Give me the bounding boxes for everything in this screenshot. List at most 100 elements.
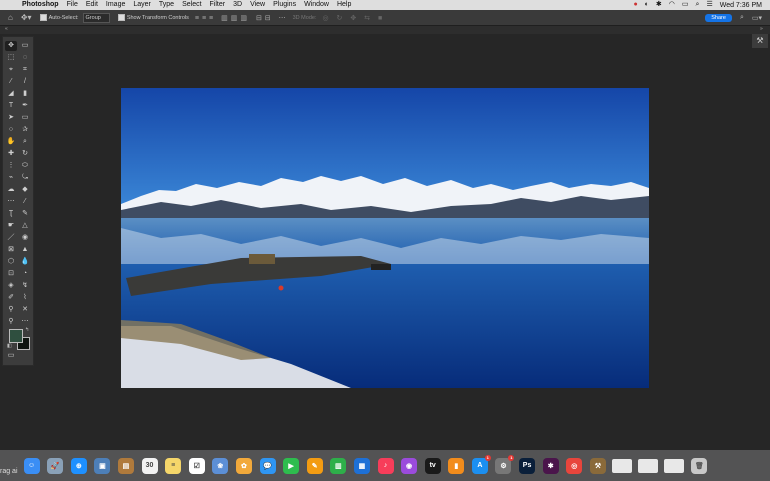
foreground-color-swatch[interactable]: [9, 329, 23, 343]
spotlight-icon[interactable]: ⌕: [696, 0, 700, 10]
menubar-clock[interactable]: Wed 7:36 PM: [720, 2, 762, 9]
slice-tool-icon[interactable]: ⁄: [19, 197, 31, 207]
menu-view[interactable]: View: [250, 0, 265, 10]
collapse-panels-icon[interactable]: »: [760, 26, 763, 32]
menu-layer[interactable]: Layer: [133, 0, 151, 10]
move-tool-icon[interactable]: ✥: [5, 41, 17, 51]
dots-tool-icon[interactable]: ⋯: [5, 197, 17, 207]
ellipse-shape-icon[interactable]: ⬭: [19, 161, 31, 171]
photoshop-icon[interactable]: Ps: [519, 457, 536, 474]
menu-edit[interactable]: Edit: [86, 0, 98, 10]
history-brush-tool-icon[interactable]: ↯: [19, 281, 31, 291]
notefile-icon[interactable]: ▤: [117, 457, 134, 474]
notes-icon[interactable]: ≡: [165, 457, 182, 474]
podcasts-icon[interactable]: ◉: [401, 457, 418, 474]
align-buttons-icon[interactable]: ≡≡≡ ▥▥▥: [195, 14, 250, 22]
system-preferences-icon[interactable]: ⚙ 1: [495, 454, 515, 474]
drop-tool-icon[interactable]: 💧: [19, 257, 31, 267]
type-tool-icon[interactable]: T: [5, 101, 17, 111]
calendar-icon[interactable]: 30: [141, 457, 158, 474]
dodge-tool-icon[interactable]: ⌇: [19, 293, 31, 303]
object-selection-tool-icon[interactable]: ⌖: [5, 65, 17, 75]
sharpen-tool-icon[interactable]: ◆: [19, 185, 31, 195]
launchpad-icon[interactable]: 🚀: [47, 457, 64, 474]
search-icon[interactable]: ⌕: [740, 14, 744, 22]
documents-stack-icon[interactable]: [663, 458, 684, 473]
keynote-icon[interactable]: ▦: [353, 457, 370, 474]
pen-tool-icon[interactable]: ✒: [19, 101, 31, 111]
paint-bucket-tool-icon[interactable]: ◈: [5, 281, 17, 291]
gradient-tool-icon[interactable]: ▮: [19, 89, 31, 99]
menu-file[interactable]: File: [67, 0, 78, 10]
marquee-tool-icon[interactable]: ⬚: [5, 53, 17, 63]
menu-photoshop[interactable]: Photoshop: [22, 0, 59, 10]
screenshot-stack-icon[interactable]: [637, 458, 658, 473]
photos-viewer-icon[interactable]: ❀: [212, 457, 229, 474]
brush-tool-icon[interactable]: /: [19, 77, 31, 87]
more-tools-icon[interactable]: ⋮: [5, 161, 17, 171]
workspace-icon[interactable]: ▭▾: [752, 14, 762, 22]
unarchiver-icon[interactable]: ⚒: [589, 457, 606, 474]
eyedropper-tool-icon[interactable]: ⁄: [5, 77, 17, 87]
messages-icon[interactable]: 💬: [259, 457, 276, 474]
facetime-icon[interactable]: ▶: [283, 457, 300, 474]
freeform-pen-tool-icon[interactable]: ✎: [19, 209, 31, 219]
slack-icon[interactable]: ✱: [542, 457, 559, 474]
artboard-tool-icon[interactable]: ▭: [19, 41, 31, 51]
magnetic-lasso-tool-icon[interactable]: ⤿: [19, 173, 31, 183]
crop-tool-icon[interactable]: ⌗: [19, 65, 31, 75]
document-canvas[interactable]: [121, 88, 649, 388]
transform-controls-checkbox[interactable]: [117, 14, 125, 21]
screen-mode-icon[interactable]: ▭: [5, 351, 17, 361]
wifi-icon[interactable]: ◠: [669, 0, 675, 10]
blur-tool-icon[interactable]: ☁: [5, 185, 17, 195]
vertical-type-tool-icon[interactable]: Ʈ: [5, 209, 17, 219]
collapse-toolbar-icon[interactable]: «: [5, 26, 8, 32]
bluetooth-icon[interactable]: ✱: [656, 0, 662, 10]
burn-tool-icon[interactable]: ◔: [19, 269, 31, 279]
menu-image[interactable]: Image: [106, 0, 125, 10]
preview-icon[interactable]: ▣: [94, 457, 111, 474]
perspective-crop-tool-icon[interactable]: ⊡: [5, 269, 17, 279]
patch-tool-icon[interactable]: ⬡: [5, 257, 17, 267]
share-button[interactable]: Share: [705, 13, 732, 22]
adjustments-panel-icon[interactable]: ⚒: [752, 34, 768, 48]
color-sampler-tool-icon[interactable]: ⚲: [5, 305, 17, 315]
triangle-tool-icon[interactable]: △: [19, 221, 31, 231]
photos-icon[interactable]: ✿: [235, 457, 252, 474]
lasso-tool-icon[interactable]: ◌: [19, 53, 31, 63]
eraser-tool-icon[interactable]: ◢: [5, 89, 17, 99]
rectangle-tool-icon[interactable]: ▭: [19, 113, 31, 123]
downloads-stack-icon[interactable]: [611, 458, 632, 473]
move-tool-preset-icon[interactable]: ✥▾: [21, 13, 32, 22]
app-store-icon[interactable]: A1: [471, 454, 491, 474]
healing-brush-tool-icon[interactable]: ✚: [5, 149, 17, 159]
swap-colors-icon[interactable]: ↰: [25, 327, 29, 333]
polygon-lasso-tool-icon[interactable]: ⌁: [5, 173, 17, 183]
hand-tool-icon[interactable]: ✋: [5, 137, 17, 147]
distribute-buttons-icon[interactable]: ⊟⊟ ⋯: [256, 14, 289, 22]
auto-select-dropdown[interactable]: Group: [82, 12, 110, 23]
trash-icon[interactable]: 🗑: [691, 457, 708, 474]
books-icon[interactable]: ▮: [448, 457, 465, 474]
notification-icon[interactable]: ◐: [645, 0, 649, 10]
menu-type[interactable]: Type: [159, 0, 174, 10]
reminders-icon[interactable]: ☑: [188, 457, 205, 474]
crossed-tool-icon[interactable]: ✕: [19, 305, 31, 315]
edit-toolbar-icon[interactable]: ⋯: [19, 317, 31, 327]
smudge-tool-icon[interactable]: ☛: [5, 221, 17, 231]
frame-tool-icon[interactable]: ⊠: [5, 245, 17, 255]
ellipse-tool-icon[interactable]: ○: [5, 125, 17, 135]
numbers-icon[interactable]: ▥: [330, 457, 347, 474]
line-tool-icon[interactable]: ／: [5, 233, 17, 243]
menu-plugins[interactable]: Plugins: [273, 0, 296, 10]
auto-select-checkbox[interactable]: [39, 14, 47, 21]
custom-shape-tool-icon[interactable]: ✰: [19, 125, 31, 135]
apple-tv-icon[interactable]: tv: [424, 457, 441, 474]
finder-icon[interactable]: ☺: [23, 457, 40, 474]
safari-icon[interactable]: ⊕: [70, 457, 87, 474]
pages-icon[interactable]: ✎: [306, 457, 323, 474]
creative-cloud-icon[interactable]: ●: [633, 0, 637, 10]
rotate-view-tool-icon[interactable]: ↻: [19, 149, 31, 159]
zoom-tool-icon[interactable]: ⌕: [19, 137, 31, 147]
